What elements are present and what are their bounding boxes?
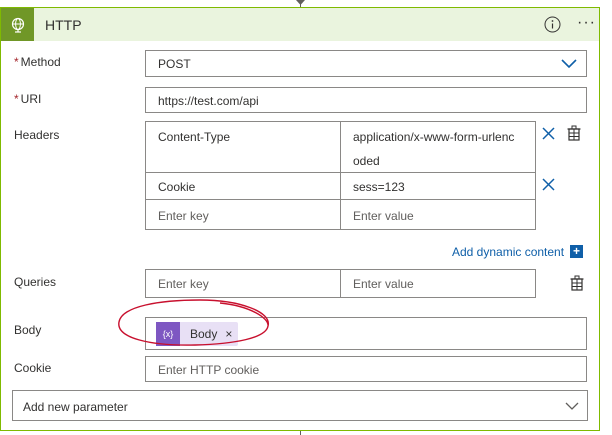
new-header-key-input[interactable]: Enter key (145, 199, 341, 230)
headers-label: Headers (14, 128, 60, 142)
body-token[interactable]: {x} Body × (156, 322, 238, 346)
cookie-placeholder: Enter HTTP cookie (158, 363, 260, 377)
key-placeholder: Enter key (158, 277, 209, 291)
expression-icon: {x} (156, 322, 180, 346)
method-label-text: Method (20, 55, 61, 69)
header-value-line2: oded (353, 154, 380, 168)
method-label: * Method (14, 55, 61, 69)
queries-label: Queries (14, 275, 57, 289)
body-label: Body (14, 323, 42, 337)
token-label: Body (190, 327, 218, 341)
uri-label-text: URI (20, 92, 42, 106)
uri-label: * URI (14, 92, 41, 106)
add-new-parameter-dropdown[interactable]: Add new parameter (12, 390, 588, 421)
add-dynamic-content-link[interactable]: Add dynamic content (452, 245, 564, 259)
header-key-cell[interactable]: Content-Type (145, 121, 341, 173)
uri-value: https://test.com/api (158, 94, 259, 108)
more-options-icon[interactable]: ··· (577, 15, 596, 31)
header-value-cell[interactable]: sess=123 (340, 172, 536, 200)
cookie-label: Cookie (14, 361, 52, 375)
value-placeholder: Enter value (353, 209, 414, 223)
method-value: POST (158, 57, 191, 71)
required-mark: * (14, 92, 19, 106)
flow-connector-bottom (300, 431, 301, 435)
query-key-input[interactable]: Enter key (145, 269, 341, 298)
delete-table-icon[interactable] (570, 275, 584, 291)
method-dropdown[interactable]: POST (145, 50, 587, 77)
cookie-input[interactable]: Enter HTTP cookie (145, 356, 587, 382)
header-value-cell[interactable]: application/x-www-form-urlenc oded (340, 121, 536, 173)
header-key: Cookie (158, 180, 196, 194)
chevron-down-icon (565, 402, 579, 410)
http-globe-icon (1, 8, 34, 41)
uri-input[interactable]: https://test.com/api (145, 87, 587, 113)
flow-arrow-icon (296, 0, 305, 5)
header-key-cell[interactable]: Cookie (145, 172, 341, 200)
required-mark: * (14, 55, 19, 69)
value-placeholder: Enter value (353, 277, 414, 291)
add-new-parameter-label: Add new parameter (23, 400, 128, 414)
remove-token-icon[interactable]: × (225, 327, 232, 341)
info-icon[interactable] (544, 16, 561, 33)
key-placeholder: Enter key (158, 209, 209, 223)
chevron-down-icon (561, 59, 577, 69)
card-title: HTTP (45, 17, 82, 33)
query-value-input[interactable]: Enter value (340, 269, 536, 298)
header-key: Content-Type (158, 130, 231, 144)
remove-header-icon[interactable] (542, 178, 555, 191)
header-value-line1: application/x-www-form-urlenc (353, 130, 515, 144)
header-value: sess=123 (353, 180, 405, 194)
card-header[interactable]: HTTP ··· (1, 8, 599, 41)
add-dynamic-content-plus-icon[interactable]: + (570, 245, 583, 258)
delete-table-icon[interactable] (567, 125, 581, 141)
remove-header-icon[interactable] (542, 127, 555, 140)
new-header-value-input[interactable]: Enter value (340, 199, 536, 230)
